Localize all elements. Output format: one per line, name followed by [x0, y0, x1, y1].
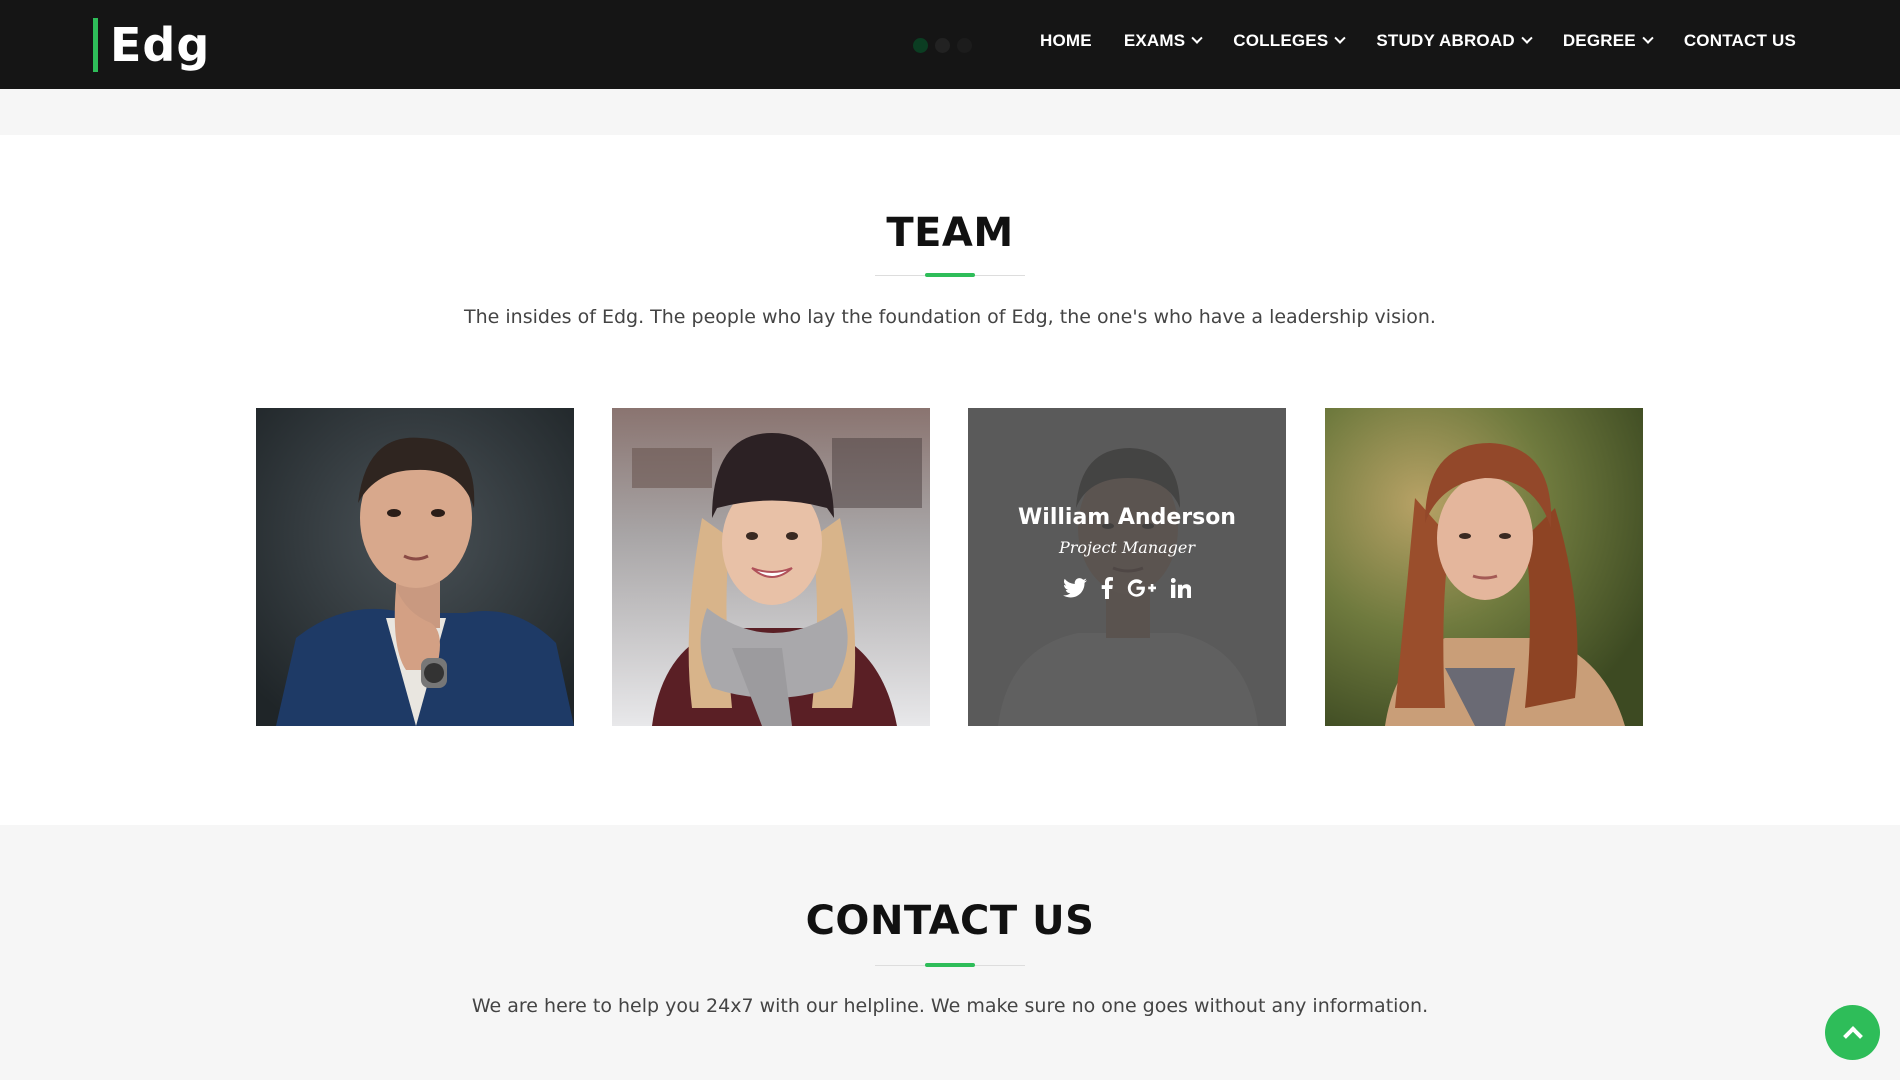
twitter-icon[interactable]: [1063, 578, 1087, 598]
chevron-up-icon: [1842, 1026, 1863, 1046]
scroll-to-top-button[interactable]: [1825, 1005, 1880, 1060]
team-card[interactable]: [256, 408, 574, 726]
nav-label: CONTACT US: [1683, 31, 1796, 50]
chevron-down-icon: [1334, 32, 1347, 44]
nav-colleges[interactable]: COLLEGES: [1233, 31, 1347, 51]
chevron-down-icon: [1521, 32, 1533, 44]
member-overlay: William Anderson Project Manager: [968, 408, 1286, 726]
nav-study-abroad[interactable]: STUDY ABROAD: [1376, 31, 1533, 51]
team-subtitle: The insides of Edg. The people who lay t…: [464, 306, 1436, 328]
logo-text: Edg: [110, 18, 211, 72]
hero-bottom-strip: [0, 89, 1900, 135]
title-divider-accent: [925, 273, 975, 277]
top-navbar: Edg HOME EXAMS COLLEGES STUDY ABROAD DEG…: [0, 0, 1900, 89]
nav-contact-us[interactable]: CONTACT US: [1684, 31, 1796, 51]
linkedin-icon[interactable]: [1171, 578, 1191, 598]
nav-label: HOME: [1040, 31, 1092, 50]
nav-exams[interactable]: EXAMS: [1123, 31, 1203, 51]
member-name: William Anderson: [1018, 505, 1236, 530]
team-title: TEAM: [886, 210, 1014, 256]
team-card[interactable]: [1325, 408, 1643, 726]
member-role: Project Manager: [1058, 538, 1196, 557]
nav-label: EXAMS: [1123, 31, 1186, 50]
nav-label: DEGREE: [1562, 31, 1636, 50]
google-plus-icon[interactable]: [1127, 578, 1157, 598]
man-in-blue-suit-photo: [256, 408, 574, 726]
woman-in-beanie-and-scarf-photo: [612, 408, 930, 726]
chevron-down-icon: [1642, 32, 1654, 44]
logo-accent-bar: [93, 18, 98, 72]
title-divider-accent: [925, 963, 975, 967]
slider-dot[interactable]: [957, 38, 972, 53]
woman-with-auburn-hair-photo: [1325, 408, 1643, 726]
contact-background: [0, 825, 1900, 1080]
slider-dot[interactable]: [913, 38, 928, 53]
nav-label: STUDY ABROAD: [1376, 31, 1515, 50]
nav-degree[interactable]: DEGREE: [1562, 31, 1654, 51]
team-card[interactable]: [612, 408, 930, 726]
slider-dots: [913, 38, 972, 53]
nav-label: COLLEGES: [1233, 31, 1329, 50]
facebook-icon[interactable]: [1101, 577, 1113, 599]
contact-title: CONTACT US: [805, 898, 1095, 944]
team-grid: William Anderson Project Manager: [256, 408, 1645, 726]
logo[interactable]: Edg: [93, 18, 210, 72]
team-card[interactable]: William Anderson Project Manager: [968, 408, 1286, 726]
contact-subtitle: We are here to help you 24x7 with our he…: [471, 995, 1429, 1017]
slider-dot[interactable]: [935, 38, 950, 53]
main-nav: HOME EXAMS COLLEGES STUDY ABROAD DEGREE …: [1040, 0, 1796, 82]
social-links: [1063, 577, 1191, 599]
chevron-down-icon: [1191, 32, 1203, 44]
nav-home[interactable]: HOME: [1040, 31, 1092, 51]
